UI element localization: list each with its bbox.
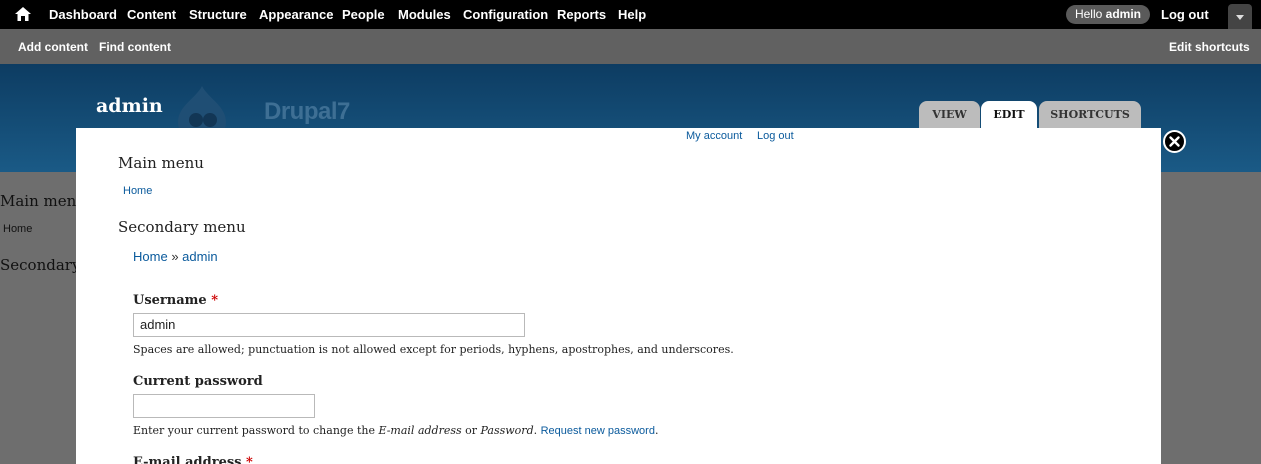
required-marker: * [211,293,219,308]
hello-username: admin [1105,7,1142,21]
username-label-text: Username [133,293,207,308]
username-description: Spaces are allowed; punctuation is not a… [133,343,734,356]
tab-edit[interactable]: EDIT [981,101,1037,128]
admin-toolbar: Dashboard Content Structure Appearance P… [0,0,1261,29]
desc-prefix: Enter your current password to change th… [133,424,379,437]
breadcrumb-separator: » [171,249,179,264]
current-password-label: Current password [133,374,263,389]
my-account-link[interactable]: My account [686,130,742,143]
bg-secondary-heading: Secondary [0,256,81,274]
desc-email-term: E-mail address [378,424,462,437]
desc-or: or [461,424,481,437]
desc-end: . [654,424,659,437]
toolbar-item-reports[interactable]: Reports [557,7,606,22]
tab-shortcuts[interactable]: SHORTCUTS [1039,101,1141,128]
toolbar-item-appearance[interactable]: Appearance [259,7,333,22]
toolbar-item-content[interactable]: Content [127,7,176,22]
current-password-input[interactable] [133,394,315,418]
edit-shortcuts-link[interactable]: Edit shortcuts [1169,40,1250,54]
home-icon[interactable] [14,6,32,22]
email-required-marker: * [246,455,253,464]
edit-overlay: My account Log out Main menu Home Second… [76,128,1161,464]
logo-text[interactable]: Drupal7 [264,98,350,126]
bg-home-link: Home [3,223,33,235]
shortcut-add-content[interactable]: Add content [18,40,88,54]
toolbar-item-structure[interactable]: Structure [189,7,247,22]
desc-dot: . [533,424,541,437]
username-input[interactable]: admin [133,313,525,337]
username-label: Username * [133,293,218,308]
toolbar-logout-link[interactable]: Log out [1161,7,1209,22]
main-menu-home-link[interactable]: Home [123,185,152,198]
toolbar-item-configuration[interactable]: Configuration [463,7,548,22]
overlay-close-button[interactable] [1163,130,1186,153]
breadcrumb-current-link[interactable]: admin [182,249,217,264]
shortcut-find-content[interactable]: Find content [99,40,171,54]
breadcrumb: Home » admin [133,249,218,264]
chevron-down-icon [1236,15,1244,20]
tab-view[interactable]: VIEW [919,101,980,128]
breadcrumb-home-link[interactable]: Home [133,249,168,264]
main-menu-heading: Main menu [118,154,204,172]
shortcuts-bar: Add content Find content Edit shortcuts [0,29,1261,64]
toolbar-item-people[interactable]: People [342,7,385,22]
request-new-password-link[interactable]: Request new password [541,425,655,437]
email-label-text: E-mail address [133,455,242,464]
shortcuts-drawer-toggle[interactable] [1228,4,1252,29]
toolbar-item-help[interactable]: Help [618,7,646,22]
toolbar-item-dashboard[interactable]: Dashboard [49,7,117,22]
hello-prefix: Hello [1074,7,1103,21]
hello-user-badge[interactable]: Hello admin [1066,5,1150,24]
bg-main-menu-heading: Main menu [0,192,86,210]
current-password-description: Enter your current password to change th… [133,424,658,437]
email-label: E-mail address * [133,455,253,464]
overlay-logout-link[interactable]: Log out [757,130,794,143]
close-icon [1169,136,1180,147]
desc-password-term: Password [480,424,534,437]
site-name[interactable]: admin [96,95,163,117]
toolbar-item-modules[interactable]: Modules [398,7,451,22]
secondary-menu-heading: Secondary menu [118,218,246,236]
